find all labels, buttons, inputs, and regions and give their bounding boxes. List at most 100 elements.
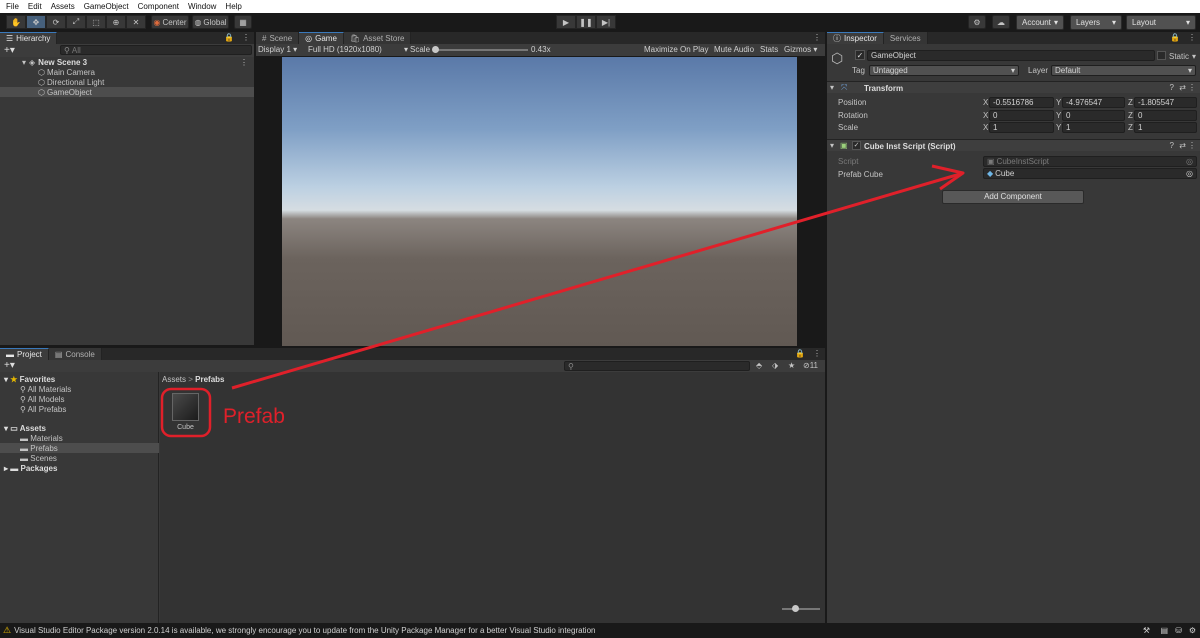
- expand-arrow-icon[interactable]: ▾: [4, 375, 8, 384]
- cloud-icon[interactable]: ☁: [992, 15, 1010, 29]
- scene-row[interactable]: ▾ ◈ New Scene 3 ⋮: [0, 57, 254, 67]
- space-toggle-button[interactable]: ◍ Global: [192, 15, 229, 29]
- add-icon[interactable]: +▾: [4, 360, 15, 371]
- icon-size-slider-thumb[interactable]: [792, 605, 799, 612]
- hierarchy-item[interactable]: ⬡ Main Camera: [0, 67, 254, 77]
- scale-slider-track[interactable]: [434, 49, 528, 51]
- favorites-row[interactable]: ▾ ★ Favorites: [4, 375, 55, 384]
- add-component-button[interactable]: Add Component: [942, 190, 1084, 204]
- display-dropdown[interactable]: Display 1 ▾: [258, 45, 297, 54]
- breadcrumb-root[interactable]: Assets: [162, 375, 186, 384]
- mute-audio-toggle[interactable]: Mute Audio: [714, 45, 754, 54]
- menu-gameobject[interactable]: GameObject: [84, 2, 129, 11]
- menu-window[interactable]: Window: [188, 2, 216, 11]
- rect-tool-icon[interactable]: ⬚: [86, 15, 106, 29]
- project-search-input[interactable]: ⚲: [564, 361, 750, 371]
- play-button[interactable]: ▶: [556, 15, 576, 29]
- step-button[interactable]: ▶|: [596, 15, 616, 29]
- tab-console[interactable]: ▤ Console: [48, 348, 102, 360]
- menu-edit[interactable]: Edit: [28, 2, 42, 11]
- scene-more-icon[interactable]: ⋮: [240, 58, 248, 67]
- tab-asset-store[interactable]: 🛍 Asset Store: [343, 32, 412, 44]
- transform-tool-icon[interactable]: ⊕: [106, 15, 126, 29]
- favorite-icon[interactable]: ★: [788, 361, 795, 370]
- scale-slider-thumb[interactable]: [432, 46, 439, 53]
- bug-icon[interactable]: ⚒: [1143, 626, 1150, 635]
- hierarchy-item[interactable]: ⬡ Directional Light: [0, 77, 254, 87]
- tab-services[interactable]: Services: [883, 32, 928, 44]
- folder-item-selected[interactable]: ▬ Prefabs: [0, 443, 159, 453]
- menu-help[interactable]: Help: [225, 2, 241, 11]
- preset-icon[interactable]: ⇄: [1179, 83, 1186, 92]
- pivot-toggle-button[interactable]: ◉ Center: [151, 15, 189, 29]
- tab-project[interactable]: ▬ Project: [0, 348, 49, 360]
- breadcrumb-current[interactable]: Prefabs: [195, 375, 224, 384]
- filter-type-icon[interactable]: ⬘: [756, 361, 762, 370]
- game-viewport[interactable]: [282, 57, 797, 346]
- pause-button[interactable]: ❚❚: [576, 15, 596, 29]
- object-picker-icon[interactable]: ◎: [1186, 169, 1193, 178]
- folder-item[interactable]: ▬ Materials: [20, 434, 63, 443]
- static-dropdown-arrow-icon[interactable]: ▾: [1192, 52, 1196, 61]
- scale-y-field[interactable]: 1: [1062, 122, 1125, 133]
- asset-tile[interactable]: Cube: [163, 390, 208, 436]
- stats-toggle[interactable]: Stats: [760, 45, 778, 54]
- favorite-item[interactable]: ⚲ All Prefabs: [20, 405, 66, 414]
- more-options-icon[interactable]: ⋮: [1188, 33, 1196, 42]
- move-tool-icon[interactable]: ✥: [26, 15, 46, 29]
- preset-icon[interactable]: ⇄: [1179, 141, 1186, 150]
- static-checkbox[interactable]: [1157, 51, 1166, 60]
- component-menu-icon[interactable]: ⋮: [1188, 83, 1196, 92]
- help-icon[interactable]: ?: [1170, 141, 1174, 150]
- tag-dropdown[interactable]: Untagged ▾: [869, 65, 1019, 76]
- hierarchy-item-selected[interactable]: ⬡ GameObject: [0, 87, 254, 97]
- collapse-arrow-icon[interactable]: ▸: [4, 464, 8, 473]
- prefab-cube-field[interactable]: ◆ Cube ◎: [983, 168, 1197, 179]
- component-menu-icon[interactable]: ⋮: [1188, 141, 1196, 150]
- lock-icon[interactable]: 🔒: [1170, 33, 1180, 42]
- hierarchy-search-input[interactable]: ⚲ All: [60, 45, 252, 55]
- menu-component[interactable]: Component: [138, 2, 179, 11]
- account-dropdown[interactable]: Account ▾: [1016, 15, 1064, 30]
- add-icon[interactable]: +▾: [4, 45, 15, 56]
- lock-icon[interactable]: 🔒: [224, 33, 234, 42]
- custom-tool-icon[interactable]: ✕: [126, 15, 146, 29]
- layers-dropdown[interactable]: Layers ▾: [1070, 15, 1122, 30]
- cache-icon[interactable]: ⛁: [1175, 626, 1182, 635]
- position-z-field[interactable]: -1.805547: [1134, 97, 1197, 108]
- foldout-arrow-icon[interactable]: ▾: [830, 83, 834, 92]
- foldout-arrow-icon[interactable]: ▾: [830, 141, 834, 150]
- layout-dropdown[interactable]: Layout ▾: [1126, 15, 1196, 30]
- tab-game[interactable]: ◎ Game: [299, 32, 344, 44]
- maximize-on-play-toggle[interactable]: Maximize On Play: [644, 45, 708, 54]
- scale-x-field[interactable]: 1: [989, 122, 1054, 133]
- progress-icon[interactable]: ▤: [1160, 626, 1168, 635]
- expand-arrow-icon[interactable]: ▾: [4, 424, 8, 433]
- scale-tool-icon[interactable]: ⤢: [66, 15, 86, 29]
- rotate-tool-icon[interactable]: ⟳: [46, 15, 66, 29]
- gizmos-dropdown[interactable]: Gizmos ▾: [784, 45, 817, 54]
- filter-label-icon[interactable]: ⬗: [772, 361, 778, 370]
- more-options-icon[interactable]: ⋮: [242, 33, 250, 42]
- object-name-field[interactable]: GameObject: [867, 50, 1155, 61]
- rotation-z-field[interactable]: 0: [1134, 110, 1197, 121]
- menu-file[interactable]: File: [6, 2, 19, 11]
- scale-z-field[interactable]: 1: [1134, 122, 1197, 133]
- transform-header[interactable]: ▾ ⤧ Transform ? ⇄ ⋮: [827, 81, 1200, 93]
- grid-snap-icon[interactable]: ▦: [234, 15, 252, 29]
- settings-icon[interactable]: ⚙: [1189, 626, 1196, 635]
- tab-scene[interactable]: # Scene: [256, 32, 300, 44]
- more-options-icon[interactable]: ⋮: [813, 349, 821, 358]
- lock-icon[interactable]: 🔒: [795, 349, 805, 358]
- active-checkbox[interactable]: ✓: [855, 50, 865, 60]
- folder-item[interactable]: ▬ Scenes: [20, 454, 57, 463]
- icon-size-slider-track[interactable]: [782, 608, 820, 610]
- collab-icon[interactable]: ⚙: [968, 15, 986, 29]
- script-component-header[interactable]: ▾ ▣ ✓ Cube Inst Script (Script) ? ⇄ ⋮: [827, 139, 1200, 151]
- packages-row[interactable]: ▸ ▬ Packages: [4, 464, 57, 473]
- menu-assets[interactable]: Assets: [51, 2, 75, 11]
- hand-tool-icon[interactable]: ✋: [6, 15, 26, 29]
- assets-row[interactable]: ▾ ▭ Assets: [4, 424, 46, 433]
- component-enabled-checkbox[interactable]: ✓: [852, 141, 861, 150]
- resolution-dropdown[interactable]: Full HD (1920x1080) ▾: [308, 45, 408, 54]
